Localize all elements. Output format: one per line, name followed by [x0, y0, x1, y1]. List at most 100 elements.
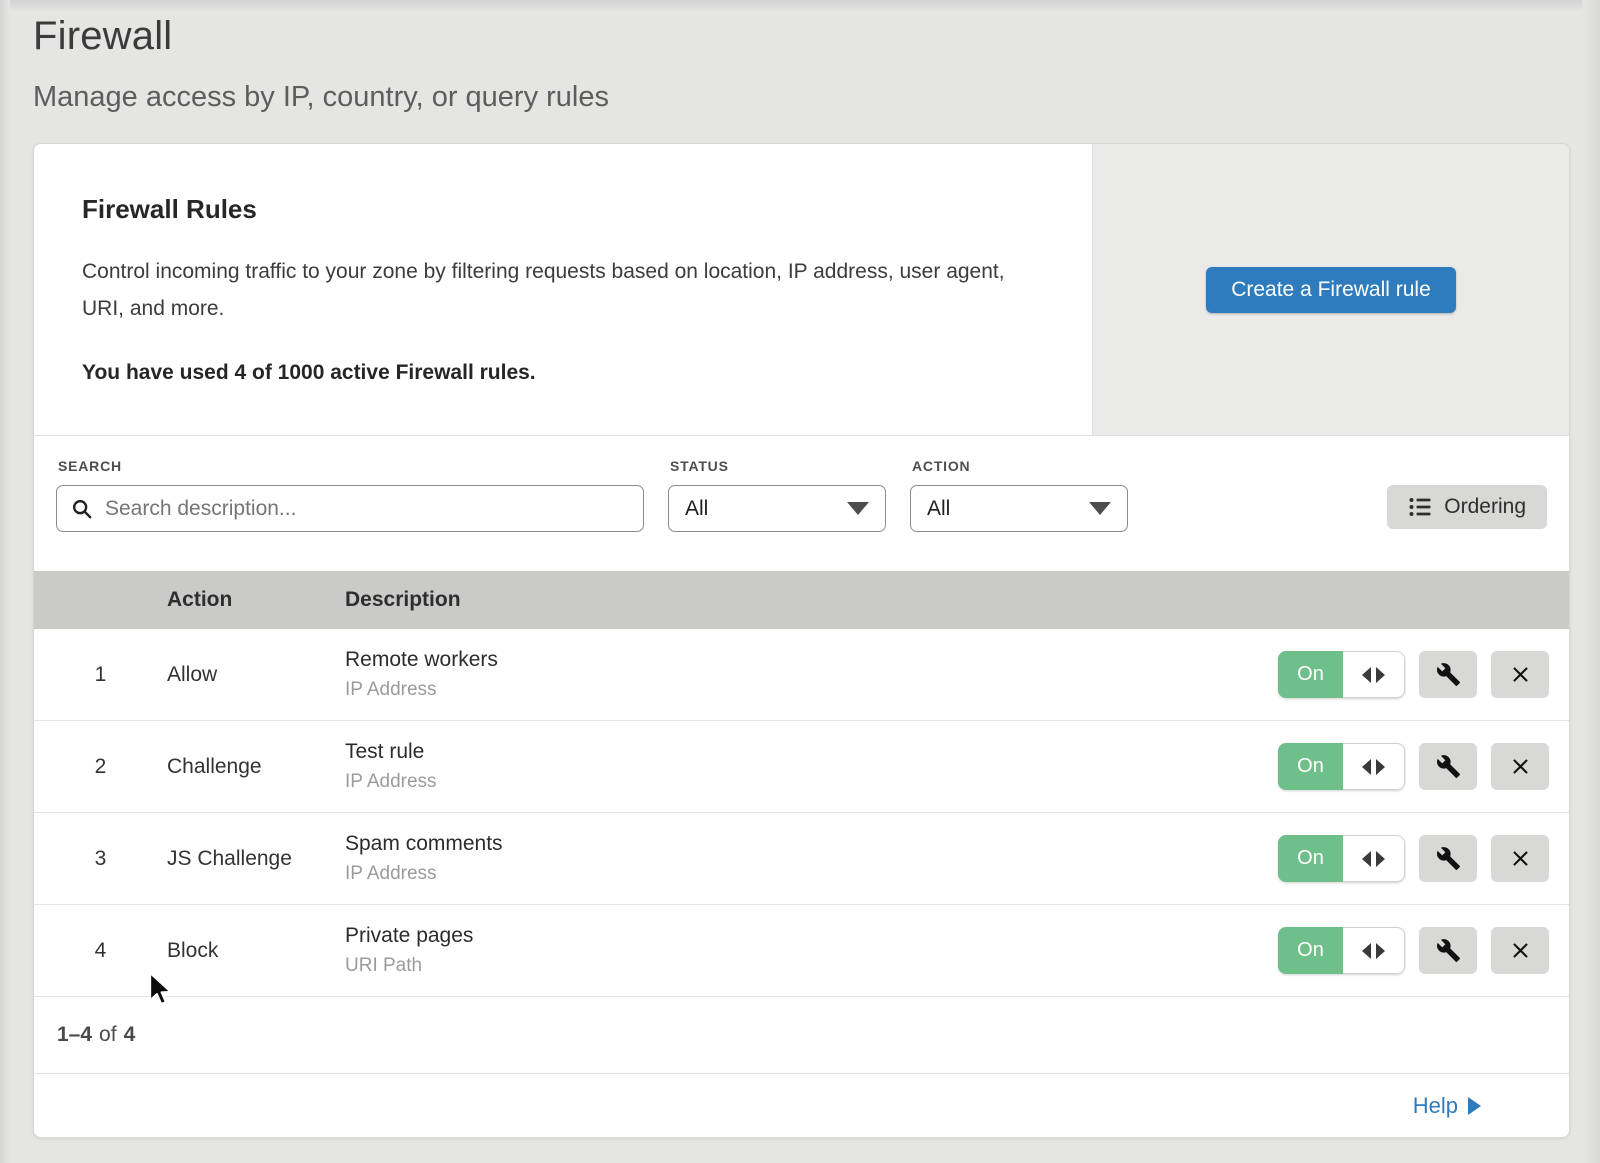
search-box[interactable] — [56, 485, 644, 532]
overview-text-panel: Firewall Rules Control incoming traffic … — [34, 144, 1092, 435]
table-row: 1 Allow Remote workers IP Address On — [34, 629, 1569, 721]
toggle-handle[interactable] — [1343, 927, 1405, 974]
wrench-icon — [1436, 846, 1461, 871]
close-icon — [1508, 938, 1533, 963]
search-input[interactable] — [105, 497, 629, 521]
rules-list: 1 Allow Remote workers IP Address On — [34, 629, 1569, 997]
rule-match-type: IP Address — [345, 771, 1278, 793]
status-select[interactable]: All — [668, 485, 886, 532]
edit-rule-button[interactable] — [1419, 835, 1477, 882]
card-footer: Help — [34, 1074, 1569, 1137]
rule-description-cell: Remote workers IP Address — [345, 648, 1278, 701]
overview-description: Control incoming traffic to your zone by… — [82, 253, 1032, 327]
rule-description: Test rule — [345, 740, 1278, 764]
rule-match-type: IP Address — [345, 679, 1278, 701]
rule-controls: On — [1278, 743, 1569, 790]
list-ordering-icon — [1408, 495, 1432, 519]
toggle-on-label: On — [1278, 743, 1343, 790]
action-column-header: Action — [167, 588, 345, 612]
arrow-left-icon — [1362, 851, 1371, 867]
overview-usage-count: You have used 4 of 1000 active Firewall … — [82, 361, 1044, 385]
rule-enabled-toggle[interactable]: On — [1278, 927, 1405, 974]
close-icon — [1508, 846, 1533, 871]
action-select[interactable]: All — [910, 485, 1128, 532]
action-filter-group: ACTION All — [910, 458, 1128, 532]
close-icon — [1508, 662, 1533, 687]
page-title: Firewall — [33, 14, 1600, 59]
rule-match-type: IP Address — [345, 863, 1278, 885]
firewall-rules-card: Firewall Rules Control incoming traffic … — [33, 143, 1570, 1138]
table-row: 4 Block Private pages URI Path On — [34, 905, 1569, 997]
delete-rule-button[interactable] — [1491, 743, 1549, 790]
chevron-down-icon — [1089, 502, 1111, 515]
delete-rule-button[interactable] — [1491, 651, 1549, 698]
table-header: Action Description — [34, 571, 1569, 629]
rule-action: Challenge — [167, 755, 345, 779]
close-icon — [1508, 754, 1533, 779]
delete-rule-button[interactable] — [1491, 927, 1549, 974]
edit-rule-button[interactable] — [1419, 927, 1477, 974]
rule-priority: 3 — [34, 847, 167, 871]
table-row: 3 JS Challenge Spam comments IP Address … — [34, 813, 1569, 905]
rule-priority: 1 — [34, 663, 167, 687]
rule-description: Spam comments — [345, 832, 1278, 856]
rule-match-type: URI Path — [345, 955, 1278, 977]
action-label: ACTION — [912, 458, 1128, 474]
status-filter-group: STATUS All — [668, 458, 886, 532]
pagination: 1–4 of 4 — [34, 997, 1569, 1074]
rule-description: Remote workers — [345, 648, 1278, 672]
rule-enabled-toggle[interactable]: On — [1278, 835, 1405, 882]
page-header: Firewall Manage access by IP, country, o… — [0, 0, 1600, 114]
rule-action: Allow — [167, 663, 345, 687]
arrow-right-icon — [1376, 943, 1385, 959]
arrow-right-icon — [1376, 667, 1385, 683]
wrench-icon — [1436, 754, 1461, 779]
arrow-right-icon — [1376, 759, 1385, 775]
create-firewall-rule-button[interactable]: Create a Firewall rule — [1206, 267, 1456, 313]
search-label: SEARCH — [58, 458, 644, 474]
rule-description: Private pages — [345, 924, 1278, 948]
search-icon — [71, 498, 93, 520]
rule-description-cell: Spam comments IP Address — [345, 832, 1278, 885]
toggle-handle[interactable] — [1343, 835, 1405, 882]
rule-description-cell: Private pages URI Path — [345, 924, 1278, 977]
pagination-total: 4 — [124, 1023, 136, 1047]
rule-priority: 4 — [34, 939, 167, 963]
page-subtitle: Manage access by IP, country, or query r… — [33, 81, 1600, 114]
description-column-header: Description — [345, 588, 1569, 612]
filter-bar: SEARCH STATUS All ACTION All — [34, 436, 1569, 571]
ordering-button[interactable]: Ordering — [1387, 485, 1547, 529]
arrow-right-icon — [1468, 1097, 1481, 1115]
edit-rule-button[interactable] — [1419, 743, 1477, 790]
arrow-left-icon — [1362, 759, 1371, 775]
status-selected-value: All — [685, 497, 708, 521]
toggle-on-label: On — [1278, 835, 1343, 882]
rule-priority: 2 — [34, 755, 167, 779]
rule-action: Block — [167, 939, 345, 963]
overview-section: Firewall Rules Control incoming traffic … — [34, 144, 1569, 436]
edit-rule-button[interactable] — [1419, 651, 1477, 698]
help-link[interactable]: Help — [1413, 1093, 1481, 1119]
delete-rule-button[interactable] — [1491, 835, 1549, 882]
window-left-shadow — [0, 0, 10, 1163]
toggle-handle[interactable] — [1343, 651, 1405, 698]
rule-controls: On — [1278, 835, 1569, 882]
rule-enabled-toggle[interactable]: On — [1278, 651, 1405, 698]
toggle-on-label: On — [1278, 927, 1343, 974]
help-label: Help — [1413, 1093, 1458, 1119]
rule-action: JS Challenge — [167, 847, 345, 871]
arrow-left-icon — [1362, 943, 1371, 959]
toggle-handle[interactable] — [1343, 743, 1405, 790]
search-filter-group: SEARCH — [56, 458, 644, 532]
arrow-left-icon — [1362, 667, 1371, 683]
ordering-button-label: Ordering — [1444, 495, 1526, 519]
status-label: STATUS — [670, 458, 886, 474]
rule-enabled-toggle[interactable]: On — [1278, 743, 1405, 790]
wrench-icon — [1436, 938, 1461, 963]
rule-controls: On — [1278, 927, 1569, 974]
arrow-right-icon — [1376, 851, 1385, 867]
overview-heading: Firewall Rules — [82, 194, 1044, 225]
toggle-on-label: On — [1278, 651, 1343, 698]
table-row: 2 Challenge Test rule IP Address On — [34, 721, 1569, 813]
chevron-down-icon — [847, 502, 869, 515]
